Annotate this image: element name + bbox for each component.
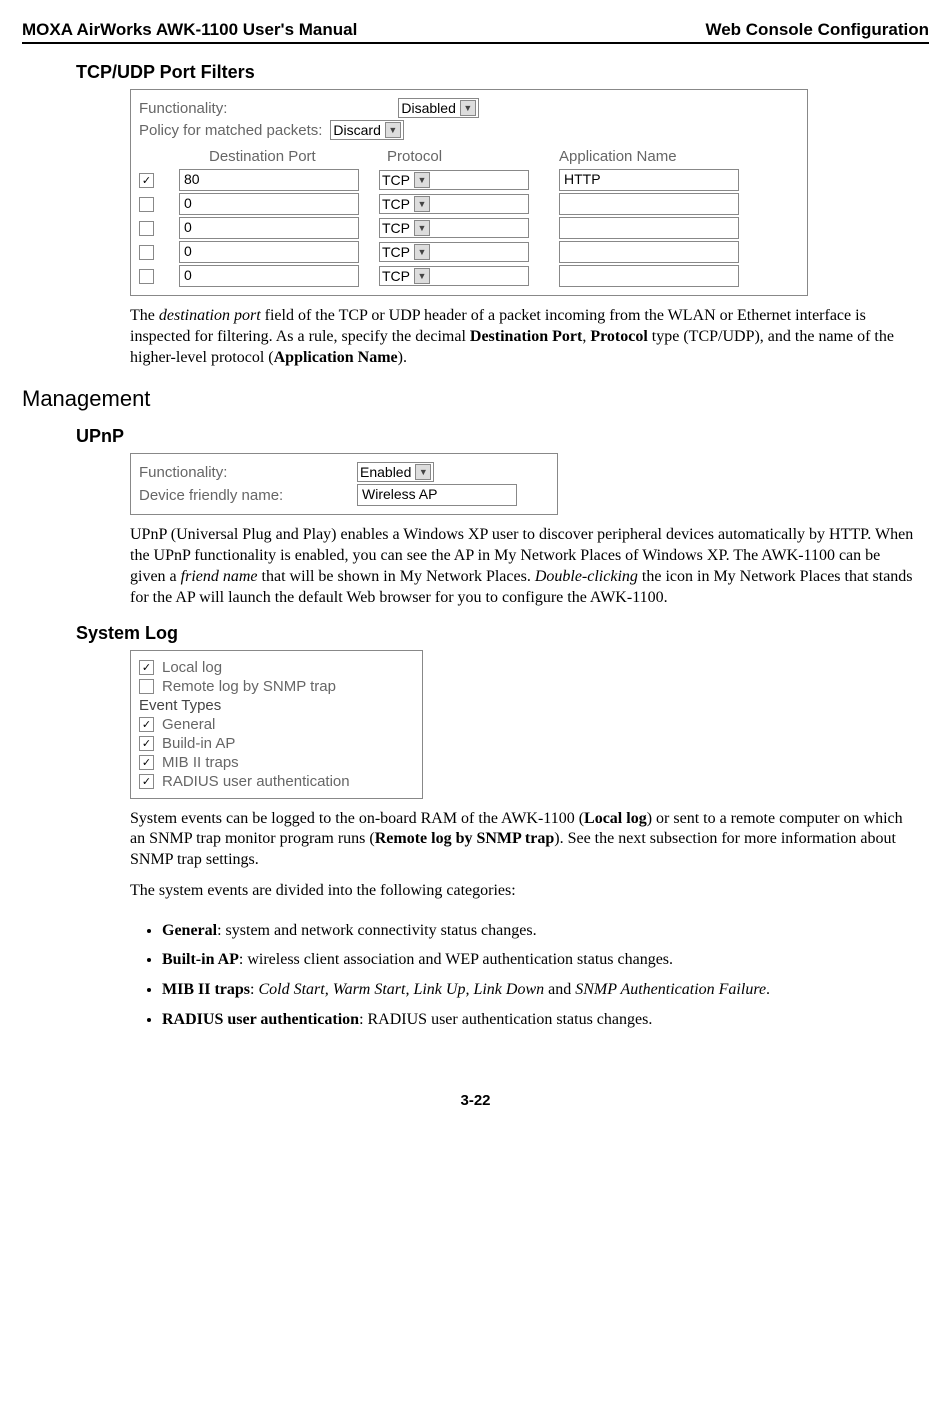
chevron-down-icon: ▼	[414, 268, 430, 284]
page-number: 3-22	[22, 1092, 929, 1109]
page-header: MOXA AirWorks AWK-1100 User's Manual Web…	[22, 20, 929, 44]
table-row: ✓ 80 TCP▼ HTTP	[139, 169, 799, 191]
upnp-func-select[interactable]: Enabled ▼	[357, 462, 434, 482]
syslog-para1: System events can be logged to the on-bo…	[130, 809, 919, 871]
tcp-paragraph: The destination port field of the TCP or…	[130, 306, 919, 368]
chevron-down-icon: ▼	[414, 172, 430, 188]
protocol-select[interactable]: TCP▼	[379, 194, 529, 214]
upnp-name-label: Device friendly name:	[139, 487, 349, 504]
policy-select[interactable]: Discard ▼	[330, 120, 403, 140]
protocol-select[interactable]: TCP▼	[379, 170, 529, 190]
tcp-filter-figure: Functionality: Disabled ▼ Policy for mat…	[130, 89, 808, 296]
ev-buildin-label: Build-in AP	[162, 735, 235, 752]
row-checkbox[interactable]	[139, 245, 154, 260]
chevron-down-icon: ▼	[460, 100, 476, 116]
row-checkbox[interactable]	[139, 197, 154, 212]
functionality-label: Functionality:	[139, 100, 227, 117]
remotelog-checkbox[interactable]	[139, 679, 154, 694]
protocol-select[interactable]: TCP▼	[379, 218, 529, 238]
ev-radius-label: RADIUS user authentication	[162, 773, 350, 790]
row-checkbox[interactable]	[139, 269, 154, 284]
table-row: 0 TCP▼	[139, 265, 799, 287]
destport-input[interactable]: 80	[179, 169, 359, 191]
list-item: MIB II traps: Cold Start, Warm Start, Li…	[162, 977, 929, 1003]
table-header: Destination Port Protocol Application Na…	[139, 148, 799, 165]
table-row: 0 TCP▼	[139, 193, 799, 215]
appname-input[interactable]	[559, 241, 739, 263]
protocol-select[interactable]: TCP▼	[379, 266, 529, 286]
destport-input[interactable]: 0	[179, 217, 359, 239]
syslog-title: System Log	[76, 623, 929, 644]
table-row: 0 TCP▼	[139, 241, 799, 263]
list-item: General: system and network connectivity…	[162, 918, 929, 944]
header-left: MOXA AirWorks AWK-1100 User's Manual	[22, 20, 357, 40]
ev-mib-checkbox[interactable]: ✓	[139, 755, 154, 770]
event-types-heading: Event Types	[139, 697, 414, 714]
upnp-title: UPnP	[76, 426, 929, 447]
upnp-func-label: Functionality:	[139, 464, 349, 481]
functionality-select[interactable]: Disabled ▼	[398, 98, 478, 118]
locallog-label: Local log	[162, 659, 222, 676]
chevron-down-icon: ▼	[385, 122, 401, 138]
chevron-down-icon: ▼	[415, 464, 431, 480]
protocol-select[interactable]: TCP▼	[379, 242, 529, 262]
destport-input[interactable]: 0	[179, 265, 359, 287]
remotelog-label: Remote log by SNMP trap	[162, 678, 336, 695]
ev-general-checkbox[interactable]: ✓	[139, 717, 154, 732]
destport-input[interactable]: 0	[179, 241, 359, 263]
appname-input[interactable]: HTTP	[559, 169, 739, 191]
syslog-para2: The system events are divided into the f…	[130, 881, 919, 902]
locallog-checkbox[interactable]: ✓	[139, 660, 154, 675]
row-checkbox[interactable]: ✓	[139, 173, 154, 188]
management-title: Management	[22, 386, 929, 412]
table-row: 0 TCP▼	[139, 217, 799, 239]
list-item: RADIUS user authentication: RADIUS user …	[162, 1007, 929, 1033]
appname-input[interactable]	[559, 193, 739, 215]
ev-general-label: General	[162, 716, 215, 733]
upnp-name-input[interactable]: Wireless AP	[357, 484, 517, 506]
upnp-figure: Functionality: Enabled ▼ Device friendly…	[130, 453, 558, 515]
list-item: Built-in AP: wireless client association…	[162, 947, 929, 973]
chevron-down-icon: ▼	[414, 220, 430, 236]
header-right: Web Console Configuration	[705, 20, 929, 40]
policy-label: Policy for matched packets:	[139, 122, 322, 139]
ev-mib-label: MIB II traps	[162, 754, 239, 771]
tcp-section-title: TCP/UDP Port Filters	[76, 62, 929, 83]
col-destport: Destination Port	[179, 148, 379, 165]
col-appname: Application Name	[529, 148, 759, 165]
ev-radius-checkbox[interactable]: ✓	[139, 774, 154, 789]
functionality-value: Disabled	[401, 100, 455, 116]
syslog-bullets: General: system and network connectivity…	[142, 918, 929, 1032]
appname-input[interactable]	[559, 265, 739, 287]
chevron-down-icon: ▼	[414, 196, 430, 212]
upnp-paragraph: UPnP (Universal Plug and Play) enables a…	[130, 525, 919, 608]
col-protocol: Protocol	[379, 148, 529, 165]
ev-buildin-checkbox[interactable]: ✓	[139, 736, 154, 751]
policy-value: Discard	[333, 122, 380, 138]
destport-input[interactable]: 0	[179, 193, 359, 215]
chevron-down-icon: ▼	[414, 244, 430, 260]
syslog-figure: ✓ Local log Remote log by SNMP trap Even…	[130, 650, 423, 799]
appname-input[interactable]	[559, 217, 739, 239]
row-checkbox[interactable]	[139, 221, 154, 236]
